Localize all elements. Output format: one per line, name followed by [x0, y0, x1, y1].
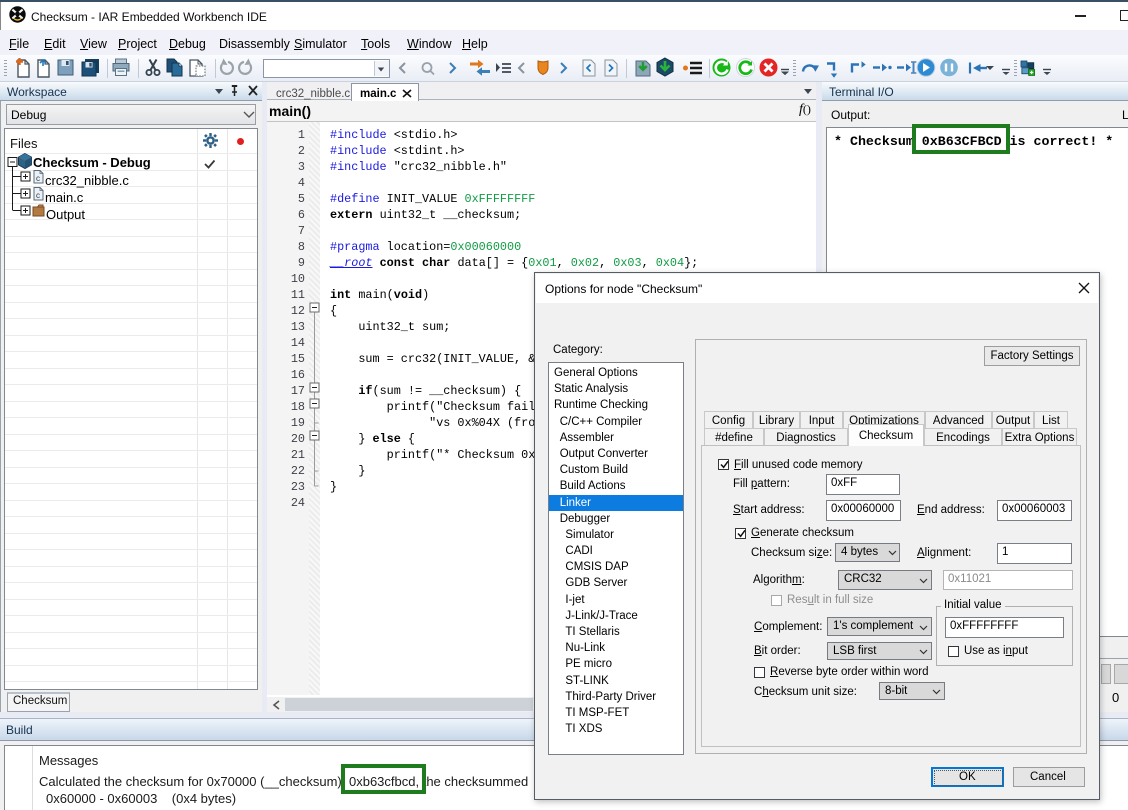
svg-text:c: c: [36, 191, 40, 200]
svg-text:c: c: [36, 174, 40, 183]
